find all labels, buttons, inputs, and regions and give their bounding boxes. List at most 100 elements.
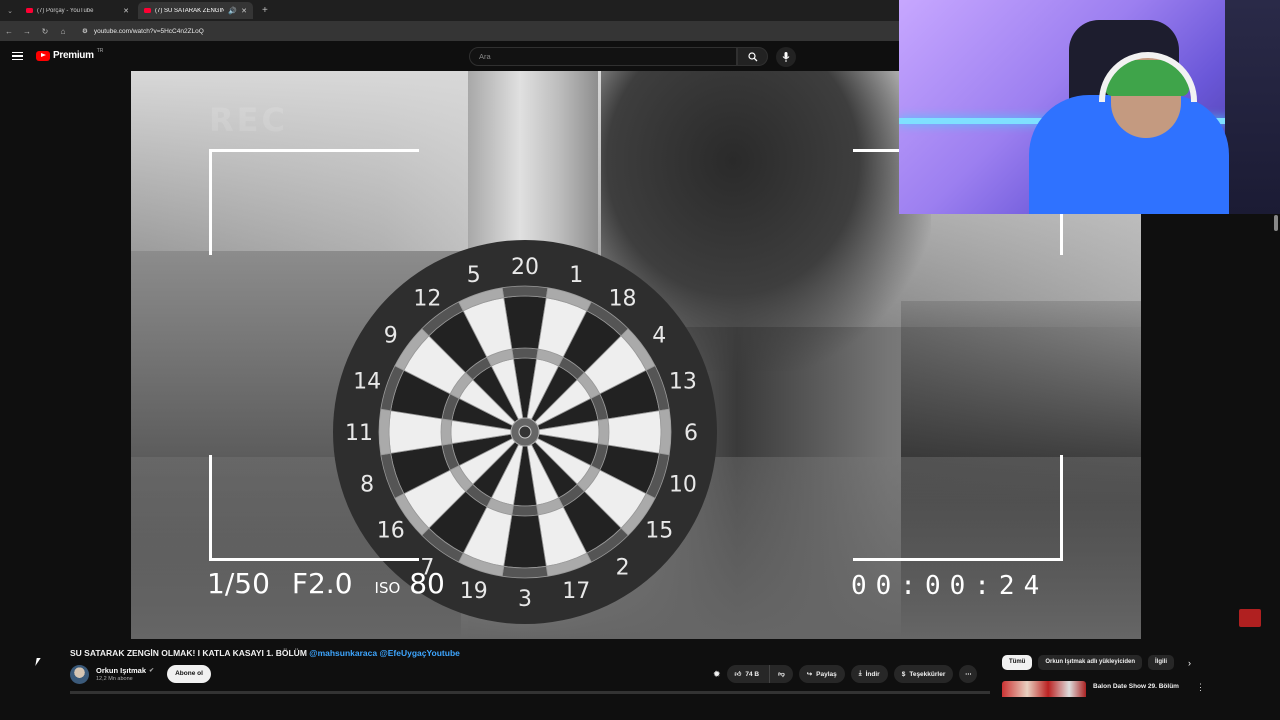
video-title-text: SU SATARAK ZENGİN OLMAK! I KATLA KASAYI … (70, 648, 307, 658)
youtube-premium-logo[interactable]: Premium TR (36, 47, 104, 61)
viewfinder-corner-top-left (209, 149, 419, 255)
dartboard-bullseye (518, 425, 532, 439)
dartboard-number: 17 (562, 579, 590, 604)
thanks-label: Teşekkürler (909, 670, 946, 678)
search-placeholder: Ara (479, 52, 491, 61)
channel-avatar[interactable] (70, 665, 89, 684)
tab-title: (7) SU SATARAK ZENGİN OL (155, 7, 225, 14)
download-icon: ⤓ (858, 670, 862, 677)
dartboard-double (501, 565, 549, 579)
chip-from-uploader[interactable]: Orkun Işıtmak adlı yükleyiciden (1038, 655, 1143, 670)
youtube-favicon-icon (144, 8, 151, 13)
iso-label: ISO (374, 579, 401, 597)
voice-search-button[interactable] (776, 47, 796, 67)
camera-settings-readout: 1/50 F2.0 ISO 80 (207, 567, 445, 600)
viewfinder-corner-bottom-left (209, 455, 419, 561)
browser-tab-2[interactable]: (7) SU SATARAK ZENGİN OL 🔊 ✕ (138, 2, 253, 19)
dartboard-number: 15 (645, 519, 673, 544)
video-actions: ✹ 👍︎ 74 B 👎︎ ↪ Paylaş ⤓ İndir $ Teşekkür… (713, 665, 978, 683)
dartboard-number: 1 (569, 263, 583, 288)
home-icon[interactable]: ⌂ (54, 27, 72, 36)
chip-related[interactable]: İlgili (1148, 655, 1175, 670)
timecode: 00:00:24 (851, 571, 1049, 601)
share-arrow-icon: ↪ (806, 671, 813, 678)
dartboard-treble (511, 504, 539, 517)
like-count: 74 B (745, 670, 760, 678)
dartboard-number: 13 (669, 370, 697, 395)
close-tab-icon[interactable]: ✕ (123, 7, 129, 15)
dartboard-number: 9 (384, 323, 398, 348)
thanks-button[interactable]: $ Teşekkürler (893, 665, 954, 683)
download-label: İndir (865, 670, 880, 678)
recommended-video-menu-icon[interactable]: ⋮ (1196, 682, 1205, 693)
url-field[interactable]: ⚙ youtube.com/watch?v=5HcC4n2ZLoQ (82, 27, 204, 36)
dartboard-number: 14 (353, 370, 381, 395)
url-text: youtube.com/watch?v=5HcC4n2ZLoQ (93, 27, 204, 35)
sparkle-icon[interactable]: ✹ (713, 669, 721, 680)
reload-icon[interactable]: ↻ (36, 27, 54, 36)
logo-region: TR (96, 47, 104, 54)
shutter-speed: 1/50 (207, 567, 270, 600)
like-button[interactable]: 👍︎ 74 B (726, 665, 771, 683)
logo-text: Premium (53, 50, 94, 61)
verified-check-icon: ✔ (149, 668, 155, 674)
forward-arrow-icon[interactable]: → (18, 27, 36, 36)
channel-name[interactable]: Orkun Işıtmak ✔ (96, 666, 154, 675)
hamburger-menu-icon[interactable] (12, 52, 23, 60)
recommended-video-thumbnail[interactable] (1002, 681, 1086, 697)
more-actions-button[interactable]: ⋯ (959, 665, 978, 683)
viewfinder-corner-bottom-right (853, 455, 1063, 561)
channel-watermark-logo[interactable] (1239, 609, 1261, 627)
youtube-play-logo-icon (36, 50, 50, 61)
audio-playing-icon[interactable]: 🔊 (228, 7, 237, 15)
dartboard-number: 19 (460, 579, 488, 604)
video-title: SU SATARAK ZENGİN OLMAK! I KATLA KASAYI … (70, 648, 460, 658)
dartboard-treble (511, 347, 539, 360)
share-button[interactable]: ↪ Paylaş (798, 665, 845, 683)
back-arrow-icon[interactable]: ← (0, 27, 18, 36)
dartboard-treble (440, 418, 453, 446)
dartboard-number: 5 (467, 263, 481, 288)
site-settings-icon[interactable]: ⚙ (82, 27, 88, 35)
dartboard-number: 18 (609, 287, 637, 312)
dartboard-treble (597, 418, 610, 446)
dartboard-number: 12 (413, 287, 441, 312)
rec-watermark: REC (209, 101, 288, 139)
browser-tab-1[interactable]: (7) Porçay - YouTube ✕ (20, 2, 135, 19)
dartboard-double (501, 285, 549, 299)
video-info-section: SU SATARAK ZENGİN OLMAK! I KATLA KASAYI … (0, 639, 1280, 720)
recommended-video[interactable]: Balon Date Show 29. Bölüm (1002, 681, 1179, 697)
dartboard-number: 20 (511, 255, 539, 280)
super-thanks-icon: $ (901, 670, 906, 678)
download-button[interactable]: ⤓ İndir (850, 665, 888, 683)
dartboard-number: 11 (345, 421, 373, 446)
youtube-favicon-icon (26, 8, 33, 13)
search-input[interactable]: Ara (469, 47, 737, 66)
close-tab-icon[interactable]: ✕ (241, 7, 247, 15)
dartboard-number: 10 (669, 472, 697, 497)
dislike-button[interactable]: 👎︎ (770, 665, 793, 683)
share-label: Paylaş (816, 670, 837, 678)
new-tab-plus-icon[interactable]: + (256, 5, 274, 16)
more-horizontal-icon: ⋯ (965, 671, 972, 678)
streamer-webcam-overlay (899, 0, 1280, 214)
chip-all[interactable]: Tümü (1002, 655, 1033, 670)
thumbs-down-icon: 👎︎ (778, 671, 785, 678)
chevron-right-icon[interactable]: › (1188, 658, 1191, 668)
page-scrollbar[interactable] (1274, 215, 1278, 231)
recommended-video-title[interactable]: Balon Date Show 29. Bölüm (1093, 683, 1179, 697)
search-icon (747, 51, 757, 61)
search-button[interactable] (737, 47, 768, 66)
subscriber-count: 12,2 Mn abone (96, 676, 133, 682)
tab-search-chevron-icon[interactable]: ⌄ (0, 7, 20, 15)
video-title-mentions[interactable]: @mahsunkaraca @EfeUygaçYoutube (309, 648, 460, 658)
description-box-edge (70, 691, 990, 694)
tab-title: (7) Porçay - YouTube (37, 7, 94, 14)
dartboard-number: 2 (616, 555, 630, 580)
microphone-icon (782, 52, 790, 62)
aperture: F2.0 (291, 567, 353, 600)
webcam-shelf (1225, 0, 1280, 214)
dartboard-number: 6 (684, 421, 698, 446)
iso-value: 80 (409, 567, 445, 600)
subscribe-button[interactable]: Abone ol (167, 665, 211, 683)
